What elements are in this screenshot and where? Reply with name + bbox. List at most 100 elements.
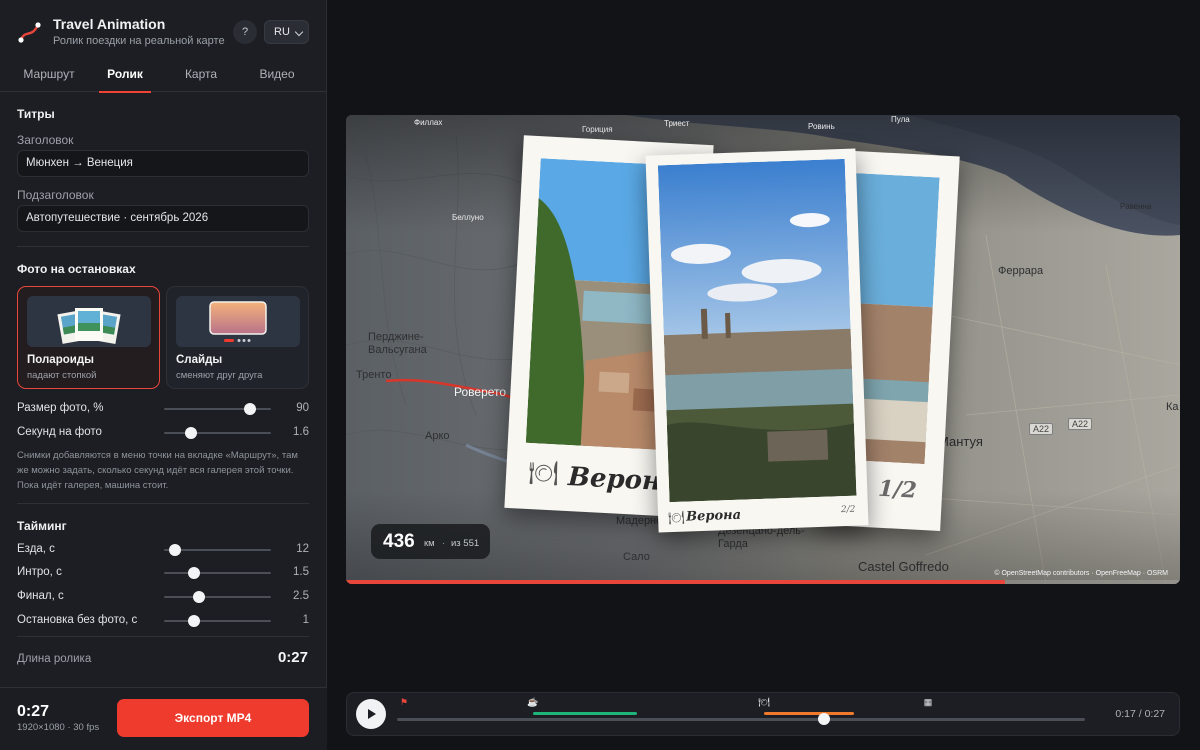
map-label: Беллуно (452, 213, 484, 222)
help-button[interactable]: ? (233, 20, 257, 44)
photo-secs-value: 1.6 (293, 426, 309, 438)
photos-hint: Снимки добавляются в меню точки на вклад… (17, 450, 298, 491)
tab-map[interactable]: Карта (161, 58, 241, 92)
timing-row: Остановка без фото, с 1 (17, 613, 309, 629)
stop-value: 1 (302, 614, 309, 626)
divider (17, 503, 309, 504)
map-label: Филлах (414, 118, 443, 127)
stop-segment-green (533, 712, 637, 715)
start-flag-icon[interactable]: ⚑ (397, 697, 411, 708)
mode-slides-card[interactable]: Слайды сменяют друг друга (166, 286, 309, 389)
timing-row: Езда, с 12 (17, 542, 309, 558)
preview-progress (346, 580, 1180, 584)
map-label: Гориция (582, 125, 613, 134)
photos-heading: Фото на остановках (17, 262, 136, 276)
timeline-playhead[interactable] (817, 713, 830, 725)
photo-size-value: 90 (296, 402, 309, 414)
slider-thumb[interactable] (184, 427, 197, 439)
route-logo-icon (18, 22, 41, 43)
slider-thumb[interactable] (193, 591, 206, 603)
slider-thumb[interactable] (187, 615, 200, 627)
map-label: Феррара (998, 265, 1044, 277)
final-label: Финал, с (17, 590, 64, 602)
titles-heading: Титры (17, 107, 55, 121)
footer-format: 1920×1080 · 30 fps (17, 722, 100, 733)
timeline-time: 0:17 / 0:27 (1115, 708, 1165, 720)
map-label: Сало (623, 551, 650, 563)
photo-secs-slider[interactable] (164, 427, 271, 439)
food-icon: 🍽 (527, 458, 560, 488)
slider-thumb[interactable] (168, 544, 181, 556)
tab-route[interactable]: Маршрут (9, 58, 89, 92)
mode-polaroids-card[interactable]: Полароиды падают стопкой (17, 286, 160, 389)
map-label: Роверето (454, 385, 507, 399)
photo-secs-label: Секунд на фото (17, 426, 102, 438)
video-preview[interactable]: Филлах Гориция Триест Ровинь Пула Беллун… (346, 115, 1180, 584)
timeline-track[interactable] (397, 718, 1085, 721)
app-subtitle: Ролик поездки на реальной карте (53, 35, 225, 47)
timing-row: Финал, с 2.5 (17, 589, 309, 605)
slides-thumbnail (176, 296, 300, 347)
drive-label: Езда, с (17, 543, 55, 555)
distance-unit: км (424, 538, 435, 549)
map-label: Перджине-Вальсугана (368, 331, 427, 356)
front-caption: Верона (685, 507, 742, 525)
front-counter: 2/2 (840, 504, 856, 516)
stop-segment-orange (764, 712, 854, 715)
distance-badge: 436 км · из 551 (371, 524, 490, 559)
photo-size-slider[interactable] (164, 403, 271, 415)
sidebar-footer: 0:27 1920×1080 · 30 fps Экспорт MP4 (0, 687, 327, 750)
map-label: Пула (891, 115, 910, 124)
photo-secs-row: Секунд на фото 1.6 (17, 425, 309, 441)
map-label: Арко (425, 430, 450, 442)
slider-thumb[interactable] (187, 567, 200, 579)
slides-icon (176, 296, 300, 347)
divider (17, 246, 309, 247)
polaroids-icon (27, 296, 151, 347)
tab-video[interactable]: Видео (237, 58, 317, 92)
drive-value: 12 (296, 543, 309, 555)
app-title: Travel Animation (53, 16, 166, 32)
distance-sep: · (442, 538, 446, 549)
title-input[interactable]: Мюнхен → Венеция (17, 150, 309, 177)
drive-slider[interactable] (164, 544, 271, 556)
map-label: Ка (1166, 401, 1179, 413)
map-label: Триест (664, 119, 690, 128)
subtitle-label: Подзаголовок (17, 188, 94, 202)
play-button[interactable] (356, 699, 386, 729)
stop-label: Остановка без фото, с (17, 614, 138, 626)
map-label: Равенна (1120, 202, 1152, 211)
divider (17, 636, 309, 637)
final-slider[interactable] (164, 591, 271, 603)
right-counter: 1/2 (877, 475, 918, 504)
map-label: Тренто (356, 369, 392, 381)
road-badge: A22 (1068, 418, 1093, 430)
finish-flag-icon[interactable]: ▦ (921, 697, 935, 708)
mode-slides-title: Слайды (176, 354, 223, 366)
footer-duration: 0:27 (17, 703, 50, 720)
road-badge: A22 (1029, 423, 1054, 435)
export-mp4-button[interactable]: Экспорт MP4 (117, 699, 309, 737)
mode-polaroids-sub: падают стопкой (27, 370, 97, 381)
slider-thumb[interactable] (243, 403, 256, 415)
photo-size-label: Размер фото, % (17, 402, 104, 414)
food-icon: 🍽 (667, 509, 685, 526)
food-icon[interactable]: 🍽 (757, 697, 771, 708)
polaroids-thumbnail (27, 296, 151, 347)
subtitle-input[interactable]: Автопутешествие · сентябрь 2026 (17, 205, 309, 232)
clip-length-label: Длина ролика (17, 653, 92, 665)
mode-slides-sub: сменяют друг друга (176, 370, 263, 381)
stop-slider[interactable] (164, 615, 271, 627)
language-select[interactable]: RU (264, 20, 309, 44)
intro-slider[interactable] (164, 567, 271, 579)
tab-video-clip[interactable]: Ролик (85, 58, 165, 93)
map-attribution[interactable]: © OpenStreetMap contributors · OpenFreeM… (994, 570, 1168, 577)
map-label: Мадерно (616, 515, 663, 527)
intro-value: 1.5 (293, 566, 309, 578)
photo-size-row: Размер фото, % 90 (17, 401, 309, 417)
map-label: Castel Goffredo (858, 559, 949, 574)
app-root: Travel Animation Ролик поездки на реальн… (0, 0, 1200, 750)
intro-label: Интро, с (17, 566, 62, 578)
coffee-icon[interactable]: ☕ (526, 697, 540, 708)
distance-value: 436 (383, 531, 415, 552)
